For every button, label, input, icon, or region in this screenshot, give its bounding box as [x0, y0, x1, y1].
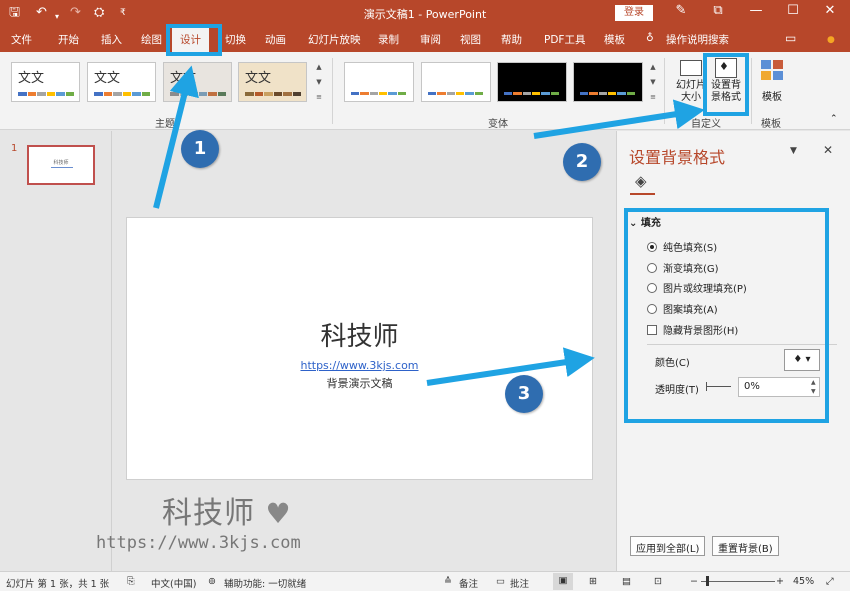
template-group-label: 模板	[761, 119, 781, 130]
lightbulb-icon: ♁	[646, 32, 654, 44]
tab-review[interactable]: 审阅	[420, 32, 441, 47]
notes-icon: ≙	[444, 576, 452, 587]
close-icon[interactable]: ✕	[820, 3, 840, 18]
watermark-url: https://www.3kjs.com	[96, 533, 301, 553]
thumbnail-pane: 1 科技师	[0, 131, 112, 571]
theme-office[interactable]: 文文	[11, 62, 80, 102]
zoom-in-icon[interactable]: +	[776, 576, 784, 587]
apply-to-all-button[interactable]: 应用到全部(L)	[630, 536, 706, 556]
themes-group-label: 主题	[155, 119, 175, 130]
spellcheck-icon[interactable]: ⎘	[127, 576, 135, 587]
ribbon-tabs: 文件 开始 插入 绘图 设计 切换 动画 幻灯片放映 录制 审阅 视图 帮助 P…	[0, 27, 850, 52]
watermark-name: 科技师 ♥	[162, 496, 292, 531]
tab-insert[interactable]: 插入	[101, 32, 122, 47]
theme-gray[interactable]: 文文	[163, 62, 232, 102]
customize-group-label: 自定义	[691, 119, 721, 130]
search-box[interactable]: 操作说明搜索	[666, 32, 729, 47]
login-button[interactable]: 登录	[615, 5, 653, 21]
slide-number: 1	[11, 143, 18, 154]
ribbon-display-icon[interactable]: ⧉	[708, 3, 728, 18]
slide-canvas[interactable]: 科技师 https://www.3kjs.com 背景演示文稿	[126, 217, 593, 480]
zoom-out-icon[interactable]: −	[690, 576, 698, 587]
variant-2[interactable]	[421, 62, 491, 102]
theme-office-2[interactable]: 文文	[87, 62, 156, 102]
tab-home[interactable]: 开始	[58, 32, 79, 47]
variant-1[interactable]	[344, 62, 414, 102]
title-bar: 🖫 ↶ ▾ ↷ ⛭ ₹ 演示文稿1 - PowerPoint 登录 ✎ ⧉ — …	[0, 0, 850, 27]
slide-counter: 幻灯片 第 1 张，共 1 张	[6, 579, 110, 590]
step-badge-2: 2	[563, 143, 601, 181]
notification-dot-icon: ●	[827, 35, 835, 45]
pane-title: 设置背景格式	[629, 148, 726, 167]
pane-close-icon[interactable]: ✕	[823, 143, 833, 157]
normal-view-icon[interactable]: ▣	[553, 573, 573, 590]
comments-status-icon: ▭	[496, 576, 505, 587]
slide-sorter-icon[interactable]: ⊞	[589, 576, 597, 587]
theme-text: 文文	[245, 71, 272, 86]
pen-icon[interactable]: ✎	[671, 3, 691, 18]
slideshow-icon[interactable]: ⊡	[654, 576, 662, 587]
heart-icon: ♥	[265, 497, 292, 530]
slide-url-link[interactable]: https://www.3kjs.com	[127, 359, 592, 372]
tab-template[interactable]: 模板	[604, 32, 625, 47]
fit-to-window-icon[interactable]: ⤢	[826, 576, 834, 587]
tab-record[interactable]: 录制	[378, 32, 399, 47]
slide-thumbnail[interactable]: 科技师	[27, 145, 95, 185]
tab-file[interactable]: 文件	[11, 32, 32, 47]
tab-transitions[interactable]: 切换	[225, 32, 246, 47]
zoom-slider-thumb[interactable]	[706, 576, 709, 586]
theme-text: 文文	[170, 71, 197, 86]
tab-animations[interactable]: 动画	[265, 32, 286, 47]
zoom-level[interactable]: 45%	[793, 576, 814, 587]
themes-scroll[interactable]: ▲ ▼ ≡	[314, 60, 324, 106]
notes-button[interactable]: 备注	[459, 576, 478, 590]
pane-options-icon[interactable]: ▼	[790, 146, 797, 156]
callout-highlight-design-tab	[166, 24, 222, 56]
comments-icon[interactable]: ▭	[785, 31, 796, 45]
comments-button[interactable]: 批注	[510, 576, 529, 590]
variants-scroll[interactable]: ▲ ▼ ≡	[648, 60, 658, 106]
accessibility-status[interactable]: 辅助功能: 一切就绪	[224, 576, 306, 590]
variants-group-label: 变体	[488, 119, 508, 130]
callout-highlight-format-background	[703, 53, 749, 116]
variant-4[interactable]	[573, 62, 643, 102]
language-status[interactable]: 中文(中国)	[151, 576, 196, 590]
tab-help[interactable]: 帮助	[501, 32, 522, 47]
step-badge-1: 1	[181, 130, 219, 168]
template-icon	[761, 60, 783, 80]
collapse-ribbon-icon[interactable]: ⌃	[830, 114, 838, 124]
reset-background-button[interactable]: 重置背景(B)	[712, 536, 779, 556]
slide-size-icon	[680, 60, 702, 76]
accessibility-icon: ⊚	[208, 576, 216, 587]
fill-tab-icon[interactable]: ◈	[630, 171, 655, 195]
maximize-icon[interactable]: ☐	[783, 3, 803, 18]
variant-3[interactable]	[497, 62, 567, 102]
zoom-slider[interactable]	[701, 581, 775, 582]
step-badge-3: 3	[505, 375, 543, 413]
callout-highlight-fill-options	[624, 208, 829, 423]
tab-draw[interactable]: 绘图	[141, 32, 162, 47]
theme-text: 文文	[18, 71, 45, 86]
theme-ink[interactable]: 文文	[238, 62, 307, 102]
reading-view-icon[interactable]: ▤	[622, 576, 631, 587]
template-button[interactable]: 模板	[757, 58, 787, 110]
tab-view[interactable]: 视图	[460, 32, 481, 47]
tab-pdf-tools[interactable]: PDF工具	[544, 32, 585, 47]
tab-slideshow[interactable]: 幻灯片放映	[308, 32, 361, 47]
slide-title[interactable]: 科技师	[127, 316, 592, 353]
minimize-icon[interactable]: —	[746, 3, 766, 18]
theme-text: 文文	[94, 71, 121, 86]
status-bar: 幻灯片 第 1 张，共 1 张 ⎘ 中文(中国) ⊚ 辅助功能: 一切就绪 ≙ …	[0, 571, 850, 591]
